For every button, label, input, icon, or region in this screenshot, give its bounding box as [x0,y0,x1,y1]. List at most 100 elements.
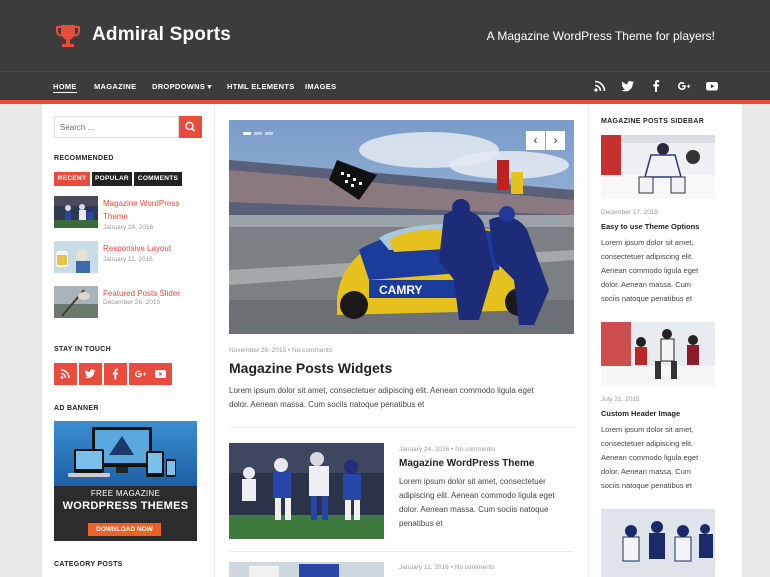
ad-line-1: FREE MAGAZINE [90,489,161,498]
ad-line-2: WORDPRESS THEMES [62,500,189,512]
rss-icon [60,369,70,379]
site-header: Admiral Sports A Magazine WordPress Them… [0,0,770,71]
nav-dropdowns[interactable]: DROPDOWNS ▾ [152,82,212,91]
column-divider [214,104,215,577]
facebook-icon [112,368,119,380]
post-meta: January 24, 2016 • No comments [399,446,495,453]
sidebar-post-date: July 21, 2015 [601,396,640,403]
sidebar-post-title[interactable]: Easy to use Theme Options [601,222,699,231]
devices-illustration [68,427,176,477]
main-navigation: HOME MAGAZINE DROPDOWNS ▾ HTML ELEMENTS … [0,71,770,100]
column-divider [588,104,589,577]
youtube-button[interactable] [149,363,172,385]
post-meta: January 11, 2016 • No comments [399,564,495,571]
recent-post-title-2[interactable]: Responsive Layout [103,242,171,255]
nav-dropdowns-label: DROPDOWNS [152,82,206,91]
tab-comments[interactable]: COMMENTS [134,172,182,186]
facebook-button[interactable] [104,363,127,385]
recent-post-date: January 24, 2016 [103,224,154,231]
nav-images[interactable]: IMAGES [305,82,336,91]
recent-post-date: January 11, 2016 [103,256,153,263]
featured-slider-image[interactable]: CAMRY [229,120,574,334]
site-title[interactable]: Admiral Sports [92,24,231,46]
post-thumbnail[interactable] [601,322,715,386]
sidebar-post-date: December 17, 2015 [601,209,659,216]
excerpt-line: Aenean commodo ligula eget [601,266,699,275]
rss-button[interactable] [54,363,77,385]
featured-post-excerpt: Lorem ipsum dolor sit amet, consectetuer… [229,384,574,412]
excerpt-line: penatibus et [399,519,443,528]
search-icon [185,121,196,132]
facebook-icon[interactable] [649,79,663,93]
hockey-team-image [601,509,715,577]
post-date[interactable]: January 24, 2016 [399,446,449,453]
twitter-button[interactable] [79,363,102,385]
download-now-button[interactable]: DOWNLOAD NOW [88,523,161,536]
search-input[interactable] [55,117,178,138]
search-field[interactable] [54,116,179,138]
nav-html-elements[interactable]: HTML ELEMENTS [227,82,295,91]
featured-post-title[interactable]: Magazine Posts Widgets [229,360,392,376]
post-thumbnail[interactable] [54,286,98,318]
post-thumbnail[interactable] [54,241,98,273]
excerpt-line: dolor. Aenean massa. Cum sociis natoque … [229,400,425,409]
post-meta: November 28, 2015 • No comments [229,347,332,354]
slider-next-button[interactable]: › [546,131,565,150]
excerpt-line: sociis natoque penatibus et [601,481,692,490]
excerpt-line: dolor. Aenean massa. Cum [601,467,692,476]
excerpt-line: consectetuer adipiscing elit. [601,439,694,448]
post-divider [229,551,574,552]
post-thumbnail[interactable] [54,196,98,228]
post-date[interactable]: November 28, 2015 [229,347,286,354]
post-thumbnail[interactable] [229,443,384,539]
sidebar-post-excerpt: Lorem ipsum dolor sit amet, consectetuer… [601,423,721,493]
chevron-down-icon: ▾ [207,82,212,91]
post-excerpt: Lorem ipsum dolor sit amet, consectetuer… [399,475,574,531]
excerpt-line: Lorem ipsum dolor sit amet, [601,238,694,247]
post-thumbnail[interactable] [601,509,715,577]
post-title[interactable]: Magazine WordPress Theme [399,458,534,469]
excerpt-line: consectetuer adipiscing elit. [601,252,694,261]
sidebar-post-title[interactable]: Custom Header Image [601,409,680,418]
recent-post-title-line: Magazine WordPress [103,199,180,208]
post-thumbnail[interactable] [601,135,715,199]
trophy-icon[interactable] [54,22,82,50]
google-plus-icon[interactable] [677,79,691,93]
twitter-icon[interactable] [621,79,635,93]
nav-home[interactable]: HOME [53,82,77,93]
nav-magazine[interactable]: MAGAZINE [94,82,136,91]
post-comments-link[interactable]: No comments [455,446,495,453]
meta-separator: • [287,347,291,354]
post-comments-link[interactable]: No comments [292,347,332,354]
slider-indicator [243,132,273,135]
recent-post-date: December 26, 2015 [103,299,161,306]
meta-separator: • [451,446,454,453]
hockey-players-image [601,322,715,386]
ad-banner[interactable]: FREE MAGAZINE WORDPRESS THEMES DOWNLOAD … [54,421,197,541]
search-button[interactable] [179,116,202,138]
tab-recent[interactable]: RECENT [54,172,90,186]
meta-separator: • [450,564,453,571]
post-date[interactable]: January 11, 2016 [399,564,449,571]
recent-post-title-line: Theme [103,212,128,221]
recent-post-title-1[interactable]: Magazine WordPress Theme [103,197,179,223]
football-game-image [229,443,384,539]
category-posts-title: CATEGORY POSTS [54,561,123,568]
twitter-icon [84,369,96,379]
ad-banner-image [54,421,197,486]
magazine-posts-sidebar-title: MAGAZINE POSTS SIDEBAR [601,118,705,125]
tab-popular[interactable]: POPULAR [92,172,132,186]
recommended-title: RECOMMENDED [54,155,114,162]
rss-icon[interactable] [593,79,607,93]
excerpt-line: sociis natoque penatibus et [601,294,692,303]
sidebar-post-excerpt: Lorem ipsum dolor sit amet, consectetuer… [601,236,721,306]
stay-in-touch-title: STAY IN TOUCH [54,346,111,353]
youtube-icon[interactable] [705,79,719,93]
post-comments-link[interactable]: No comments [455,564,495,571]
excerpt-line: Lorem ipsum dolor sit amet, [601,425,694,434]
ad-banner-title: AD BANNER [54,405,99,412]
post-thumbnail[interactable] [229,562,384,577]
hockey-goalie-image [601,135,715,199]
slider-prev-button[interactable]: ‹ [526,131,545,150]
excerpt-line: dolor. Aenean massa. Cum sociis natoque [399,505,549,514]
